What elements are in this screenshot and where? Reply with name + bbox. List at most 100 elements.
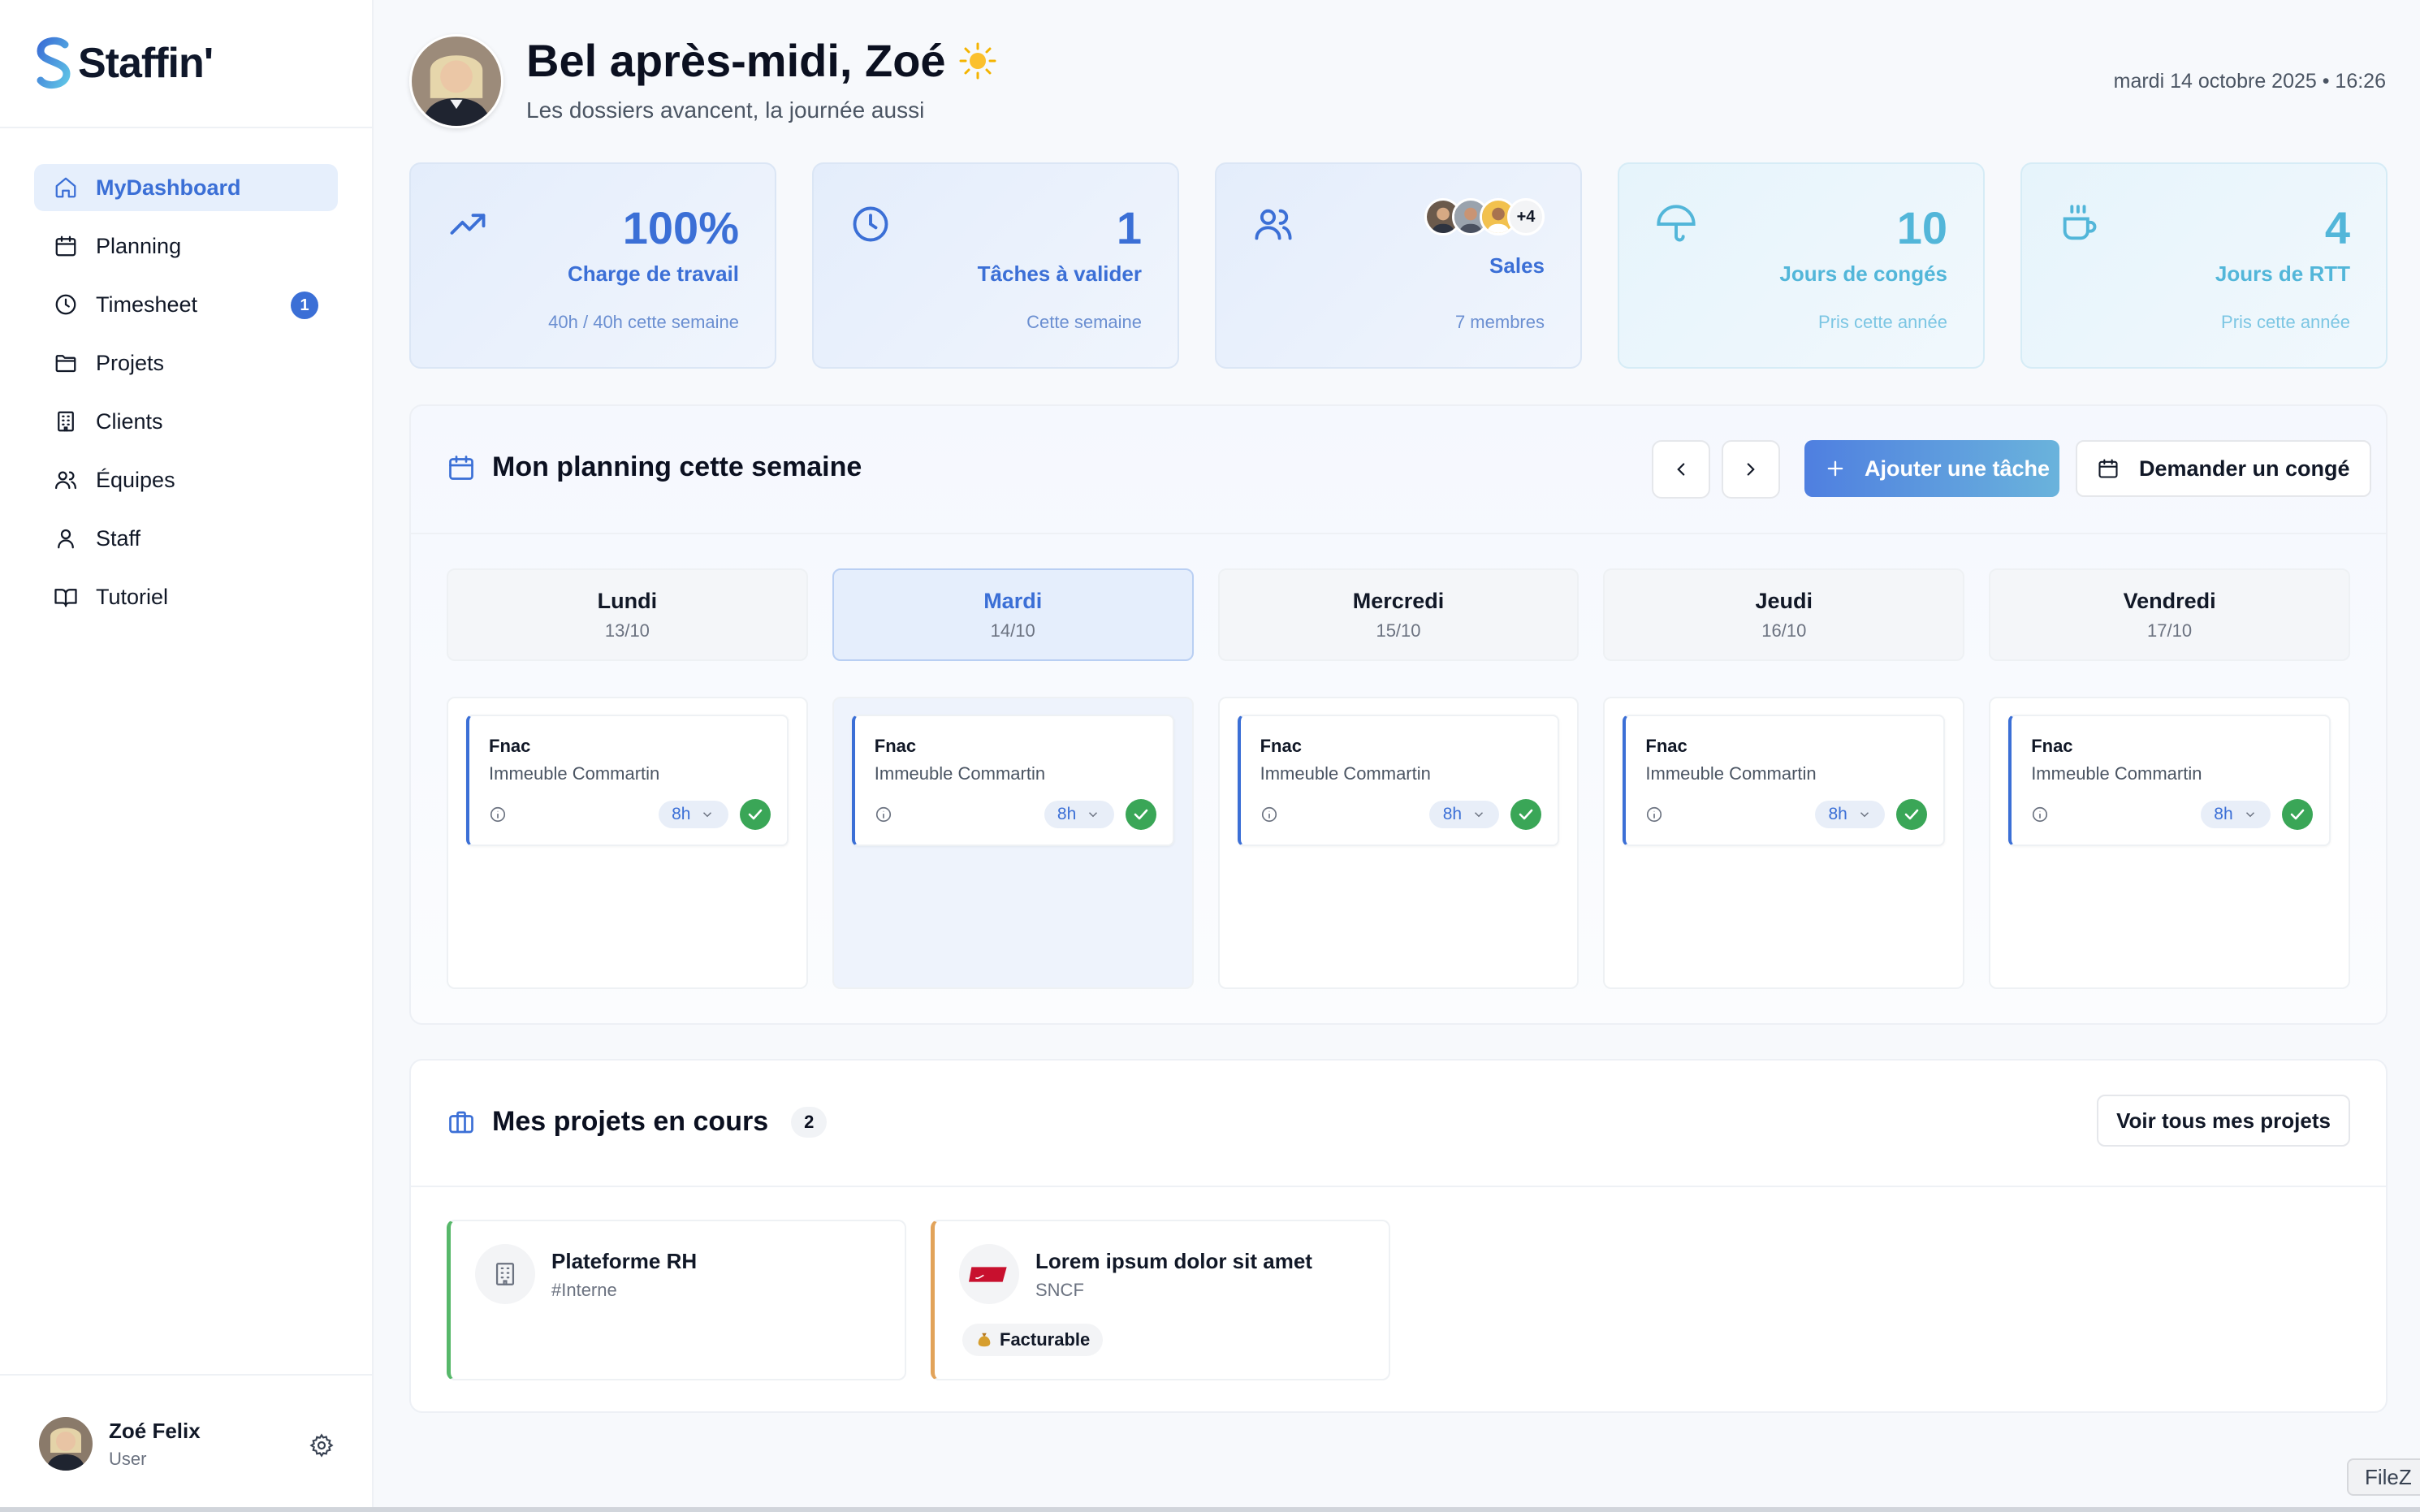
sidebar-item-projets[interactable]: Projets	[34, 339, 338, 387]
validate-task-button[interactable]	[1510, 799, 1542, 830]
info-icon[interactable]	[489, 806, 507, 823]
stat-card-leave[interactable]: 10 Jours de congés Pris cette année	[1618, 162, 1985, 369]
sidebar-item-label: Projets	[96, 350, 165, 375]
day-header[interactable]: Mardi 14/10	[832, 568, 1194, 661]
info-icon[interactable]	[875, 806, 892, 823]
info-icon[interactable]	[1645, 806, 1663, 823]
stat-label: Sales	[1489, 253, 1545, 278]
hours-value: 8h	[2214, 805, 2233, 823]
day-column-jeudi: Jeudi 16/10 Fnac Immeuble Commartin 8h	[1603, 568, 1965, 989]
validate-task-button[interactable]	[1896, 799, 1928, 830]
sidebar-item-planning[interactable]: Planning	[34, 222, 338, 270]
day-date: 16/10	[1761, 620, 1807, 641]
team-more-count: +4	[1507, 198, 1545, 235]
project-tag: #Interne	[551, 1280, 617, 1300]
brand[interactable]: Staffin'	[0, 0, 372, 128]
info-icon[interactable]	[2031, 806, 2049, 823]
day-header[interactable]: Mercredi 15/10	[1217, 568, 1579, 661]
page-subtitle: Les dossiers avancent, la journée aussi	[526, 97, 925, 123]
task-project: Immeuble Commartin	[874, 763, 1046, 784]
sidebar-item-label: Staff	[96, 525, 141, 551]
task-client: Fnac	[1260, 736, 1302, 756]
day-column-mercredi: Mercredi 15/10 Fnac Immeuble Commartin 8…	[1217, 568, 1579, 989]
projects-title: Mes projets en cours 2	[447, 1106, 828, 1138]
week-days: Lundi 13/10 Fnac Immeuble Commartin 8h M…	[447, 568, 2350, 989]
project-card[interactable]: Plateforme RH #Interne	[447, 1220, 906, 1380]
day-body: Fnac Immeuble Commartin 8h	[1603, 697, 1965, 989]
day-body: Fnac Immeuble Commartin 8h	[1217, 697, 1579, 989]
hours-dropdown[interactable]: 8h	[1429, 801, 1500, 828]
day-date: 15/10	[1376, 620, 1421, 641]
stat-card-tasks[interactable]: 1 Tâches à valider Cette semaine	[812, 162, 1179, 369]
task-card[interactable]: Fnac Immeuble Commartin 8h	[1623, 715, 1946, 846]
validate-task-button[interactable]	[2281, 799, 2313, 830]
hours-dropdown[interactable]: 8h	[2200, 801, 2271, 828]
request-leave-button[interactable]: Demander un congé	[2076, 440, 2371, 497]
current-datetime: mardi 14 octobre 2025 • 16:26	[2113, 70, 2386, 93]
task-card[interactable]: Fnac Immeuble Commartin 8h	[851, 715, 1174, 846]
chevron-down-icon	[2245, 812, 2254, 818]
chevron-down-icon	[1475, 812, 1484, 818]
see-all-projects-button[interactable]: Voir tous mes projets	[2097, 1095, 2350, 1147]
next-week-button[interactable]	[1722, 440, 1780, 499]
sidebar-user[interactable]: Zoé Felix User	[0, 1374, 372, 1512]
check-icon	[1134, 809, 1147, 820]
task-card[interactable]: Fnac Immeuble Commartin 8h	[466, 715, 789, 846]
info-icon[interactable]	[1260, 806, 1278, 823]
hours-dropdown[interactable]: 8h	[1815, 801, 1886, 828]
page-title: Bel après-midi, Zoé	[526, 34, 998, 87]
stat-sub: Pris cette année	[2221, 312, 2350, 332]
day-header[interactable]: Lundi 13/10	[447, 568, 808, 661]
sidebar-item-clients[interactable]: Clients	[34, 398, 338, 445]
avatar	[39, 1417, 93, 1471]
sidebar-item-label: Planning	[96, 233, 182, 258]
day-body: Fnac Immeuble Commartin 8h	[1989, 697, 2350, 989]
sidebar-item-timesheet[interactable]: Timesheet 1	[34, 281, 338, 328]
day-name: Mercredi	[1352, 588, 1445, 613]
project-tag: SNCF	[1035, 1280, 1084, 1300]
sidebar-item-tutoriel[interactable]: Tutoriel	[34, 573, 338, 620]
task-client: Fnac	[874, 736, 917, 756]
day-header[interactable]: Vendredi 17/10	[1989, 568, 2350, 661]
sidebar-item-label: Équipes	[96, 467, 175, 492]
stat-card-rtt[interactable]: 4 Jours de RTT Pris cette année	[2020, 162, 2388, 369]
sidebar-item-label: Clients	[96, 408, 163, 434]
see-all-projects-label: Voir tous mes projets	[2116, 1108, 2331, 1133]
hours-dropdown[interactable]: 8h	[658, 801, 728, 828]
sidebar-item-staff[interactable]: Staff	[34, 515, 338, 562]
previous-week-button[interactable]	[1652, 440, 1710, 499]
task-card[interactable]: Fnac Immeuble Commartin 8h	[2008, 715, 2331, 846]
clock-icon	[853, 206, 888, 242]
project-logo	[475, 1244, 535, 1304]
stat-card-workload[interactable]: 100% Charge de travail 40h / 40h cette s…	[409, 162, 776, 369]
calendar-icon	[55, 235, 76, 257]
check-icon	[1904, 809, 1919, 820]
billable-label: Facturable	[1000, 1329, 1091, 1350]
validate-task-button[interactable]	[1125, 799, 1156, 830]
sidebar-item-label: Tutoriel	[96, 584, 169, 609]
day-column-vendredi: Vendredi 17/10 Fnac Immeuble Commartin 8…	[1989, 568, 2350, 989]
page-header: Bel après-midi, Zoé Les dossiers avancen…	[409, 34, 2386, 132]
profile-avatar[interactable]	[409, 34, 503, 128]
folder-icon	[55, 355, 76, 373]
validate-task-button[interactable]	[739, 799, 771, 830]
taskbar-app-filezilla[interactable]: FileZ	[2347, 1458, 2420, 1496]
add-task-button[interactable]: Ajouter une tâche	[1804, 440, 2059, 497]
chevron-down-icon	[703, 812, 712, 818]
calendar-icon	[449, 455, 473, 480]
day-date: 13/10	[604, 620, 650, 641]
building-icon	[58, 411, 74, 432]
stat-card-team[interactable]: +4 Sales 7 membres	[1215, 162, 1582, 369]
task-card[interactable]: Fnac Immeuble Commartin 8h	[1237, 715, 1560, 846]
project-card[interactable]: Lorem ipsum dolor sit amet SNCF Facturab…	[931, 1220, 1390, 1380]
hours-dropdown[interactable]: 8h	[1044, 801, 1114, 828]
sidebar-item-mydashboard[interactable]: MyDashboard	[34, 164, 338, 211]
gear-icon[interactable]	[309, 1432, 335, 1458]
request-leave-label: Demander un congé	[2139, 456, 2350, 481]
chevron-down-icon	[1860, 812, 1869, 818]
sun-icon	[959, 42, 996, 79]
sidebar-item-equipes[interactable]: Équipes	[34, 456, 338, 503]
day-header[interactable]: Jeudi 16/10	[1603, 568, 1965, 661]
stat-sub: Cette semaine	[1026, 312, 1142, 332]
stat-label: Charge de travail	[568, 261, 739, 286]
